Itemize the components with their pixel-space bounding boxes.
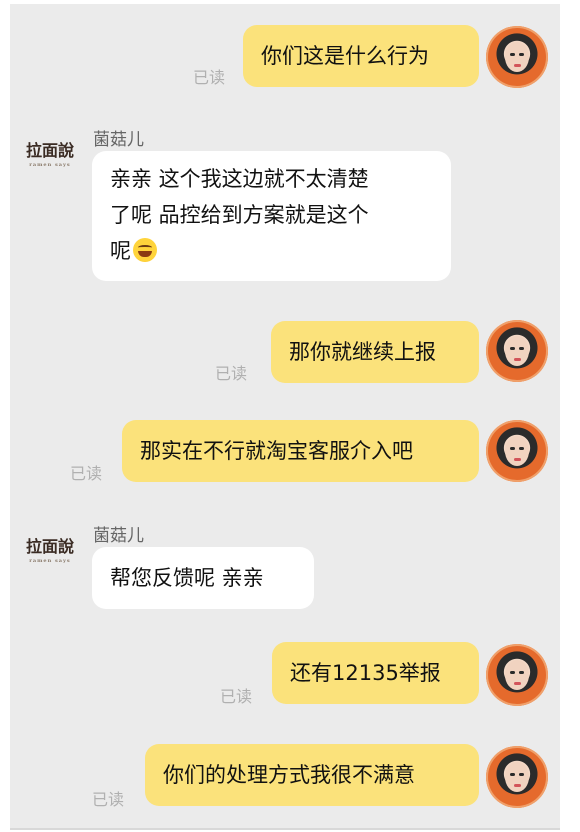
message-line: 了呢 品控给到方案就是这个 <box>110 203 369 227</box>
shop-logo-subtitle: ramen says <box>29 162 71 168</box>
shop-logo[interactable]: 拉面說 ramen says <box>20 536 80 570</box>
message-bubble-outgoing[interactable]: 那你就继续上报 <box>271 321 479 383</box>
message-text: 那你就继续上报 <box>289 340 436 364</box>
message-line: 亲亲 这个我这边就不太清楚 <box>110 167 369 191</box>
user-avatar[interactable] <box>486 746 548 808</box>
message-bubble-incoming[interactable]: 亲亲 这个我这边就不太清楚 了呢 品控给到方案就是这个 呢 <box>92 151 451 281</box>
read-receipt: 已读 <box>215 364 248 383</box>
user-avatar[interactable] <box>486 320 548 382</box>
grinning-sweat-emoji <box>133 238 157 262</box>
user-avatar[interactable] <box>486 420 548 482</box>
read-receipt: 已读 <box>193 68 226 87</box>
chat-screen: 已读 你们这是什么行为 拉面說 ramen says 菌菇儿 亲亲 这个我这边就… <box>10 4 560 828</box>
read-receipt: 已读 <box>92 790 125 809</box>
message-line: 呢 <box>110 239 131 263</box>
message-text: 那实在不行就淘宝客服介入吧 <box>140 439 413 463</box>
user-avatar[interactable] <box>486 26 548 88</box>
read-receipt: 已读 <box>220 687 253 706</box>
sender-name: 菌菇儿 <box>93 526 144 546</box>
message-text: 还有12135举报 <box>290 661 441 685</box>
read-receipt: 已读 <box>70 464 103 483</box>
shop-logo-text: 拉面說 <box>25 537 74 556</box>
message-bubble-outgoing[interactable]: 你们这是什么行为 <box>243 25 479 87</box>
message-text: 帮您反馈呢 亲亲 <box>110 566 264 590</box>
shop-logo[interactable]: 拉面說 ramen says <box>20 140 80 174</box>
message-text: 你们的处理方式我很不满意 <box>163 763 415 787</box>
shop-logo-text: 拉面說 <box>25 141 74 160</box>
message-bubble-outgoing[interactable]: 你们的处理方式我很不满意 <box>145 744 479 806</box>
message-bubble-incoming[interactable]: 帮您反馈呢 亲亲 <box>92 547 314 609</box>
message-text: 你们这是什么行为 <box>261 44 429 68</box>
sender-name: 菌菇儿 <box>93 130 144 150</box>
message-bubble-outgoing[interactable]: 那实在不行就淘宝客服介入吧 <box>122 420 479 482</box>
shop-logo-subtitle: ramen says <box>29 558 71 564</box>
bottom-border <box>10 828 560 830</box>
message-bubble-outgoing[interactable]: 还有12135举报 <box>272 642 479 704</box>
user-avatar[interactable] <box>486 644 548 706</box>
